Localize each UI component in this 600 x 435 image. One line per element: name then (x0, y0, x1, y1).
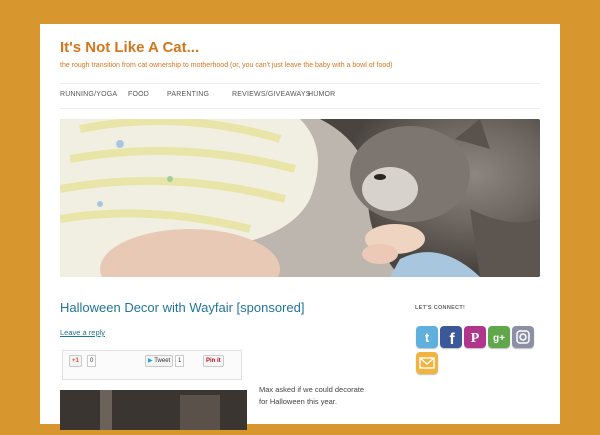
nav-item-parenting[interactable]: PARENTING (167, 91, 209, 98)
post-excerpt: Max asked if we could decorate for Hallo… (259, 384, 379, 408)
tweet-button[interactable]: ▶ Tweet (145, 355, 174, 367)
header-image (60, 119, 540, 277)
nav-item-running-yoga[interactable]: RUNNING/YOGA (60, 91, 117, 98)
post-excerpt-line: Max asked if we could decorate (259, 385, 365, 394)
widget-title: LET'S CONNECT! (415, 305, 466, 311)
svg-text:f: f (449, 331, 455, 348)
svg-text:g+: g+ (493, 333, 505, 344)
pin-it-label: Pin it (206, 358, 221, 364)
google-plus-count: 0 (87, 355, 97, 367)
twitter-icon[interactable]: t (416, 326, 438, 348)
svg-text:P: P (471, 331, 480, 346)
post-excerpt-line: for Halloween this year. (259, 397, 337, 406)
google-plus-icon: +1 (72, 358, 79, 364)
google-plus-one-button[interactable]: +1 (69, 355, 82, 367)
header-photo-baby-and-cat (60, 119, 540, 277)
site-title[interactable]: It's Not Like A Cat... (60, 39, 199, 56)
nav-item-food[interactable]: FOOD (128, 91, 149, 98)
nav-item-humor[interactable]: HUMOR (308, 91, 335, 98)
page-container: It's Not Like A Cat... the rough transit… (40, 24, 560, 430)
pin-it-button[interactable]: Pin it (203, 355, 224, 367)
post-photo (60, 390, 247, 430)
leave-reply-link[interactable]: Leave a reply (60, 328, 105, 337)
tweet-count: 1 (175, 355, 185, 367)
nav-item-reviews-giveaways[interactable]: REVIEWS/GIVEAWAYS (232, 91, 311, 98)
facebook-icon[interactable]: f (440, 326, 462, 348)
instagram-icon[interactable] (512, 326, 534, 348)
main-navigation: RUNNING/YOGA FOOD PARENTING REVIEWS/GIVE… (60, 83, 540, 109)
tweet-label: Tweet (154, 358, 171, 364)
share-bar: +1 0 ▶ Tweet 1 Pin it (62, 350, 242, 380)
site-description: the rough transition from cat ownership … (60, 62, 393, 69)
email-icon[interactable] (416, 352, 438, 374)
twitter-bird-icon: ▶ (148, 358, 153, 364)
svg-text:t: t (425, 330, 430, 345)
post-title[interactable]: Halloween Decor with Wayfair [sponsored] (60, 300, 304, 315)
google-plus-icon[interactable]: g+ (488, 326, 510, 348)
pinterest-icon[interactable]: P (464, 326, 486, 348)
post-image[interactable] (60, 390, 247, 430)
